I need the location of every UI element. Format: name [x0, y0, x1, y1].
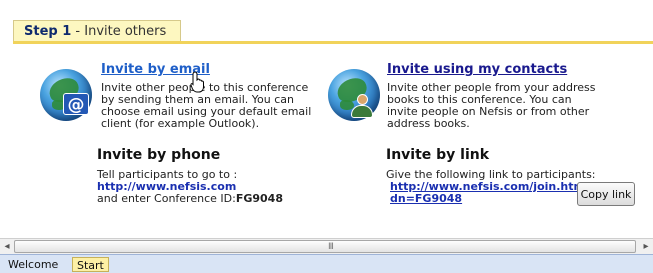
bottom-tab-bar: Welcome Start — [0, 254, 653, 273]
step-header-tab: Step 1 - Invite others — [13, 20, 181, 42]
at-sign-icon: @ — [63, 93, 89, 115]
conference-id-line: and enter Conference ID:FG9048 — [97, 193, 283, 205]
invite-using-contacts-link[interactable]: Invite using my contacts — [387, 62, 567, 77]
copy-link-button[interactable]: Copy link — [577, 182, 635, 206]
scrollbar-thumb[interactable]: III — [14, 240, 636, 253]
user-icon — [350, 94, 374, 118]
join-link-line-2[interactable]: dn=FG9048 — [390, 193, 462, 205]
window-top — [0, 0, 653, 10]
tab-welcome[interactable]: Welcome — [4, 257, 62, 272]
step-label: Step 1 — [24, 24, 72, 39]
scroll-right-arrow-icon[interactable]: ▸ — [639, 241, 653, 253]
scroll-left-arrow-icon[interactable]: ◂ — [0, 241, 14, 253]
scrollbar-grip: III — [328, 242, 334, 252]
step-subtitle: - Invite others — [75, 24, 167, 39]
conference-id-prefix: and enter Conference ID: — [97, 192, 236, 205]
tab-start[interactable]: Start — [72, 257, 109, 272]
invite-by-phone-heading: Invite by phone — [97, 147, 221, 163]
invite-by-link-heading: Invite by link — [386, 147, 490, 163]
email-description-line-4: client (for example Outlook). — [101, 117, 260, 130]
step-header-rule — [13, 41, 653, 44]
conference-id-value: FG9048 — [235, 192, 283, 205]
hand-cursor-icon — [190, 71, 204, 93]
horizontal-scrollbar[interactable]: ◂ III ▸ — [0, 238, 653, 254]
contacts-description-line-4: address books. — [387, 117, 470, 130]
